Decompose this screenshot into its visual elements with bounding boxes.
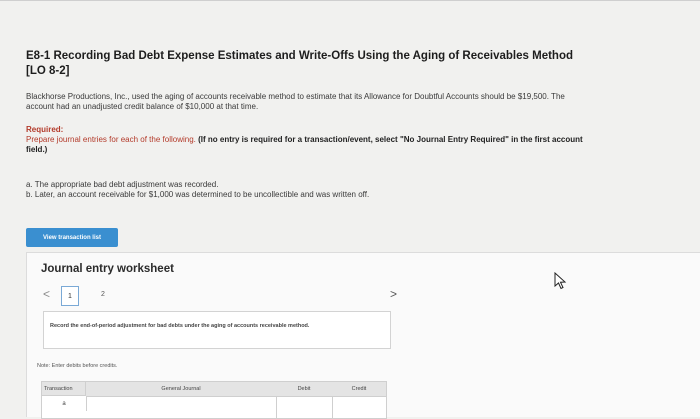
prev-page-button[interactable]: < <box>43 287 50 301</box>
problem-title: E8-1 Recording Bad Debt Expense Estimate… <box>26 50 573 77</box>
instruction-text: Record the end-of-period adjustment for … <box>50 323 310 329</box>
column-divider <box>332 397 333 418</box>
header-general-journal: General Journal <box>86 382 277 397</box>
problem-items: a. The appropriate bad debt adjustment w… <box>26 180 369 200</box>
worksheet-title: Journal entry worksheet <box>41 263 174 275</box>
top-divider <box>0 0 700 1</box>
item-a: a. The appropriate bad debt adjustment w… <box>26 180 219 189</box>
required-label: Required: <box>26 125 64 134</box>
instruction-box: Record the end-of-period adjustment for … <box>43 311 391 349</box>
transaction-cell-a: a <box>42 397 87 411</box>
header-debit: Debit <box>276 382 333 397</box>
mouse-cursor-icon <box>554 272 567 290</box>
entry-note: Note: Enter debits before credits. <box>37 363 118 369</box>
page-tab-1[interactable]: 1 <box>61 286 79 306</box>
item-b: b. Later, an account receivable for $1,0… <box>26 190 370 199</box>
journal-entry-worksheet: Journal entry worksheet < 1 2 > Record t… <box>26 252 700 419</box>
required-text: Prepare journal entries for each of the … <box>26 135 196 144</box>
journal-table: Transaction General Journal Debit Credit… <box>41 381 387 419</box>
required-instructions: Prepare journal entries for each of the … <box>26 135 586 155</box>
header-credit: Credit <box>332 382 386 397</box>
header-transaction: Transaction <box>42 382 86 396</box>
page-tab-2[interactable]: 2 <box>101 291 105 298</box>
next-page-button[interactable]: > <box>390 287 397 301</box>
problem-intro: Blackhorse Productions, Inc., used the a… <box>26 92 565 111</box>
column-divider <box>276 397 277 418</box>
view-transaction-list-button[interactable]: View transaction list <box>26 228 118 247</box>
